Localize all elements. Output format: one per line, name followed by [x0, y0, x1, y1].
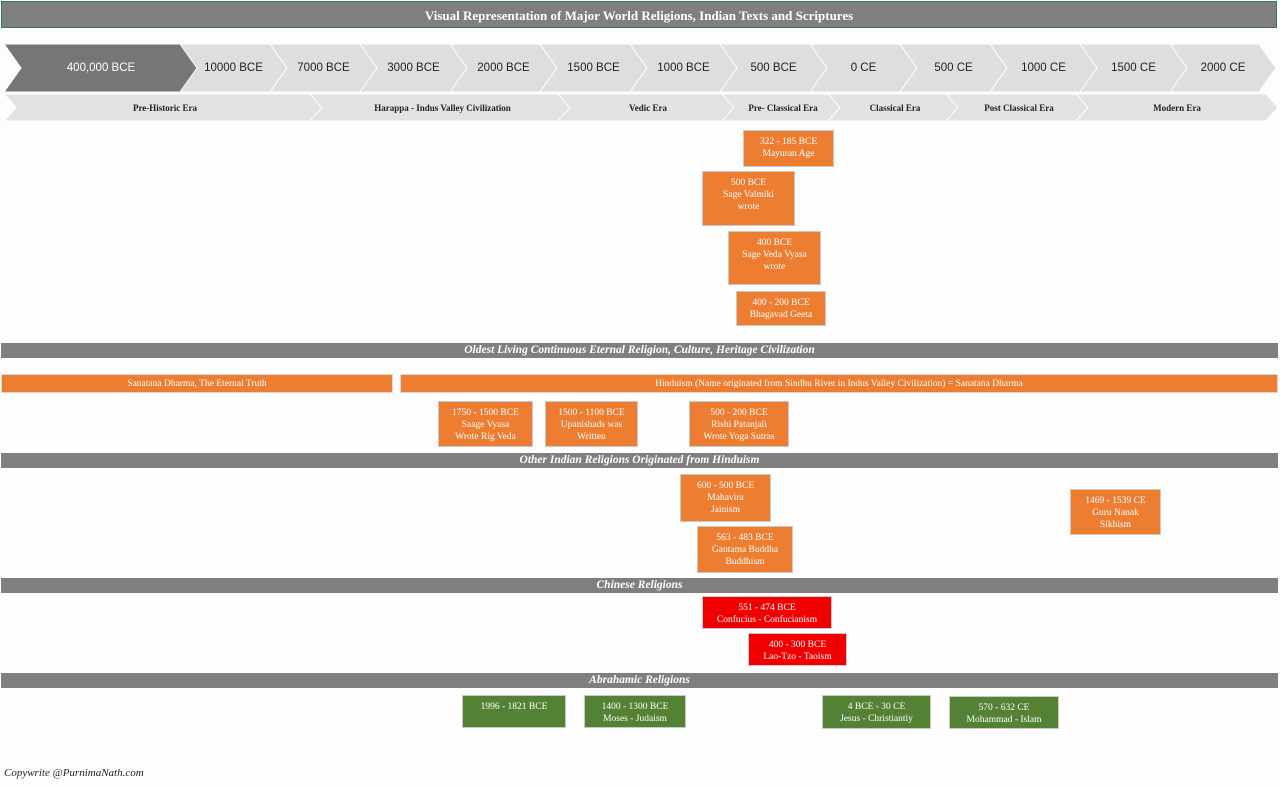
event-date: 570 - 632 CE — [978, 703, 1030, 713]
era-label: Post Classical Era — [984, 102, 1054, 113]
timeline-label: 1000 BCE — [657, 62, 710, 74]
page-title: Visual Representation of Major World Rel… — [1, 1, 1277, 28]
event-label: Mohammad - Islam — [966, 715, 1042, 725]
timeline-label: 2000 CE — [1200, 62, 1246, 74]
sanatana-dharma-bar: Sanatana Dharma, The Eternal Truth — [1, 374, 393, 393]
event-label: Guru Nanak — [1092, 508, 1139, 518]
event-label: Bhagavad Geeta — [749, 310, 813, 320]
event-box: 500 BCE Sage Valmiki wrote — [702, 171, 795, 226]
event-label: Rishi Patanjali — [711, 420, 767, 430]
event-date: 551 - 474 BCE — [738, 603, 796, 613]
timeline-label: 7000 BCE — [297, 62, 350, 74]
event-box: 500 - 200 BCE Rishi Patanjali Wrote Yoga… — [689, 401, 789, 447]
era-segment: Post Classical Era — [946, 94, 1092, 121]
era-label: Vedic Era — [629, 102, 667, 113]
era-label: Harappa - Indus Valley Civilization — [374, 102, 511, 113]
event-date: 500 BCE — [730, 178, 767, 188]
event-date: 563 - 483 BCE — [716, 533, 774, 543]
event-box: 1500 - 1100 BCE Upanishads was Written — [545, 401, 638, 447]
event-label: Sage Valmiki — [723, 190, 774, 200]
era-segment: Classical Era — [828, 94, 962, 121]
event-date: 600 - 500 BCE — [696, 481, 755, 491]
era-segment: Harappa - Indus Valley Civilization — [310, 94, 575, 121]
era-bar: Pre-Historic Era Harappa - Indus Valley C… — [0, 94, 1280, 121]
event-label: Wrote Rig Veda — [455, 432, 516, 442]
event-label: Wrote Yoga Sutras — [703, 432, 775, 442]
event-box: 4 BCE - 30 CE Jesus - Christiantiy — [822, 695, 931, 729]
event-label: Lao-Tzo - Taoism — [763, 652, 832, 662]
event-date: 400 BCE — [756, 238, 793, 248]
hinduism-bar: Hinduism (Name originated from Sindhu Ri… — [400, 374, 1278, 393]
timeline-label: 1000 CE — [1021, 62, 1066, 74]
event-date: 1500 - 1100 BCE — [558, 408, 625, 418]
event-label: Saage Vyasa — [461, 420, 510, 430]
event-label: Written — [577, 432, 606, 442]
section-header-chinese: Chinese Religions — [1, 578, 1278, 593]
event-date: 1400 - 1300 BCE — [601, 702, 669, 712]
event-label: Jainism — [710, 505, 741, 515]
era-segment: Pre- Classical Era — [722, 94, 844, 121]
event-box: 563 - 483 BCE Gautama Buddha Buddhism — [697, 526, 793, 573]
timeline-label: 10000 BCE — [204, 62, 263, 74]
event-box: 400 - 200 BCE Bhagavad Geeta — [736, 291, 826, 326]
event-date: 500 - 200 BCE — [710, 408, 768, 418]
era-segment: Modern Era — [1076, 94, 1278, 121]
era-label: Classical Era — [869, 102, 921, 113]
event-label: Upanishads was — [560, 420, 623, 430]
timeline-label: 1500 BCE — [567, 62, 620, 74]
era-segment: Pre-Historic Era — [4, 94, 326, 121]
timeline-label: 3000 BCE — [387, 62, 440, 74]
event-date: 1750 - 1500 BCE — [452, 408, 519, 418]
event-label: Jesus - Christiantiy — [840, 714, 913, 724]
event-box: 570 - 632 CE Mohammad - Islam — [949, 696, 1059, 729]
event-label: wrote — [763, 262, 786, 272]
timeline-label: 400,000 BCE — [66, 62, 136, 74]
timeline-marker: 400,000 BCE — [4, 44, 198, 92]
era-label: Pre-Historic Era — [132, 102, 198, 113]
event-label: Sikhism — [1099, 520, 1132, 530]
event-label: Sage Veda Vyasa — [742, 250, 807, 260]
era-label: Modern Era — [1153, 102, 1201, 113]
event-box: 322 - 185 BCE Mayuran Age — [743, 130, 834, 167]
event-box: 1400 - 1300 BCE Moses - Judaism — [584, 695, 686, 728]
event-label: Mahavira — [707, 493, 744, 503]
event-box: 1996 - 1821 BCE — [462, 695, 566, 728]
event-box: 551 - 474 BCE Confucius - Confucianism — [702, 596, 832, 629]
event-date: 400 - 300 BCE — [768, 640, 827, 650]
event-box: 400 - 300 BCE Lao-Tzo - Taoism — [748, 633, 847, 666]
timeline-label: 500 CE — [934, 62, 973, 74]
event-box: 1750 - 1500 BCE Saage Vyasa Wrote Rig Ve… — [438, 401, 533, 447]
event-label: Moses - Judaism — [603, 714, 667, 724]
event-date: 4 BCE - 30 CE — [847, 702, 906, 712]
section-header-abrahamic: Abrahamic Religions — [1, 673, 1278, 688]
event-box: 1469 - 1539 CE Guru Nanak Sikhism — [1070, 489, 1161, 535]
event-box: 400 BCE Sage Veda Vyasa wrote — [728, 231, 821, 285]
event-label: Gautama Buddha — [711, 545, 779, 555]
era-segment: Vedic Era — [558, 94, 738, 121]
event-label: Confucius - Confucianism — [716, 615, 818, 625]
timeline-label: 1500 CE — [1111, 62, 1156, 74]
section-header-oldest: Oldest Living Continuous Eternal Religio… — [1, 343, 1278, 358]
event-box: 600 - 500 BCE Mahavira Jainism — [680, 474, 771, 522]
timeline-label: 0 CE — [850, 62, 877, 74]
timeline-marker: 2000 CE — [1170, 44, 1276, 92]
event-label: Mayuran Age — [762, 149, 815, 159]
event-date: 1996 - 1821 BCE — [480, 702, 548, 712]
timeline-label: 500 BCE — [750, 62, 797, 74]
section-header-other-indian: Other Indian Religions Originated from H… — [1, 453, 1278, 468]
timeline-label: 2000 BCE — [477, 62, 530, 74]
event-label: Buddhism — [725, 557, 765, 567]
copyright-footer: Copywrite @PurnimaNath.com — [4, 767, 144, 779]
event-date: 322 - 185 BCE — [759, 137, 818, 147]
event-date: 1469 - 1539 CE — [1085, 496, 1146, 506]
event-label: wrote — [737, 202, 760, 212]
era-label: Pre- Classical Era — [748, 102, 818, 113]
timeline: 400,000 BCE 10000 BCE 7000 BCE 3000 BCE 2000… — [0, 44, 1280, 92]
event-date: 400 - 200 BCE — [752, 298, 810, 308]
